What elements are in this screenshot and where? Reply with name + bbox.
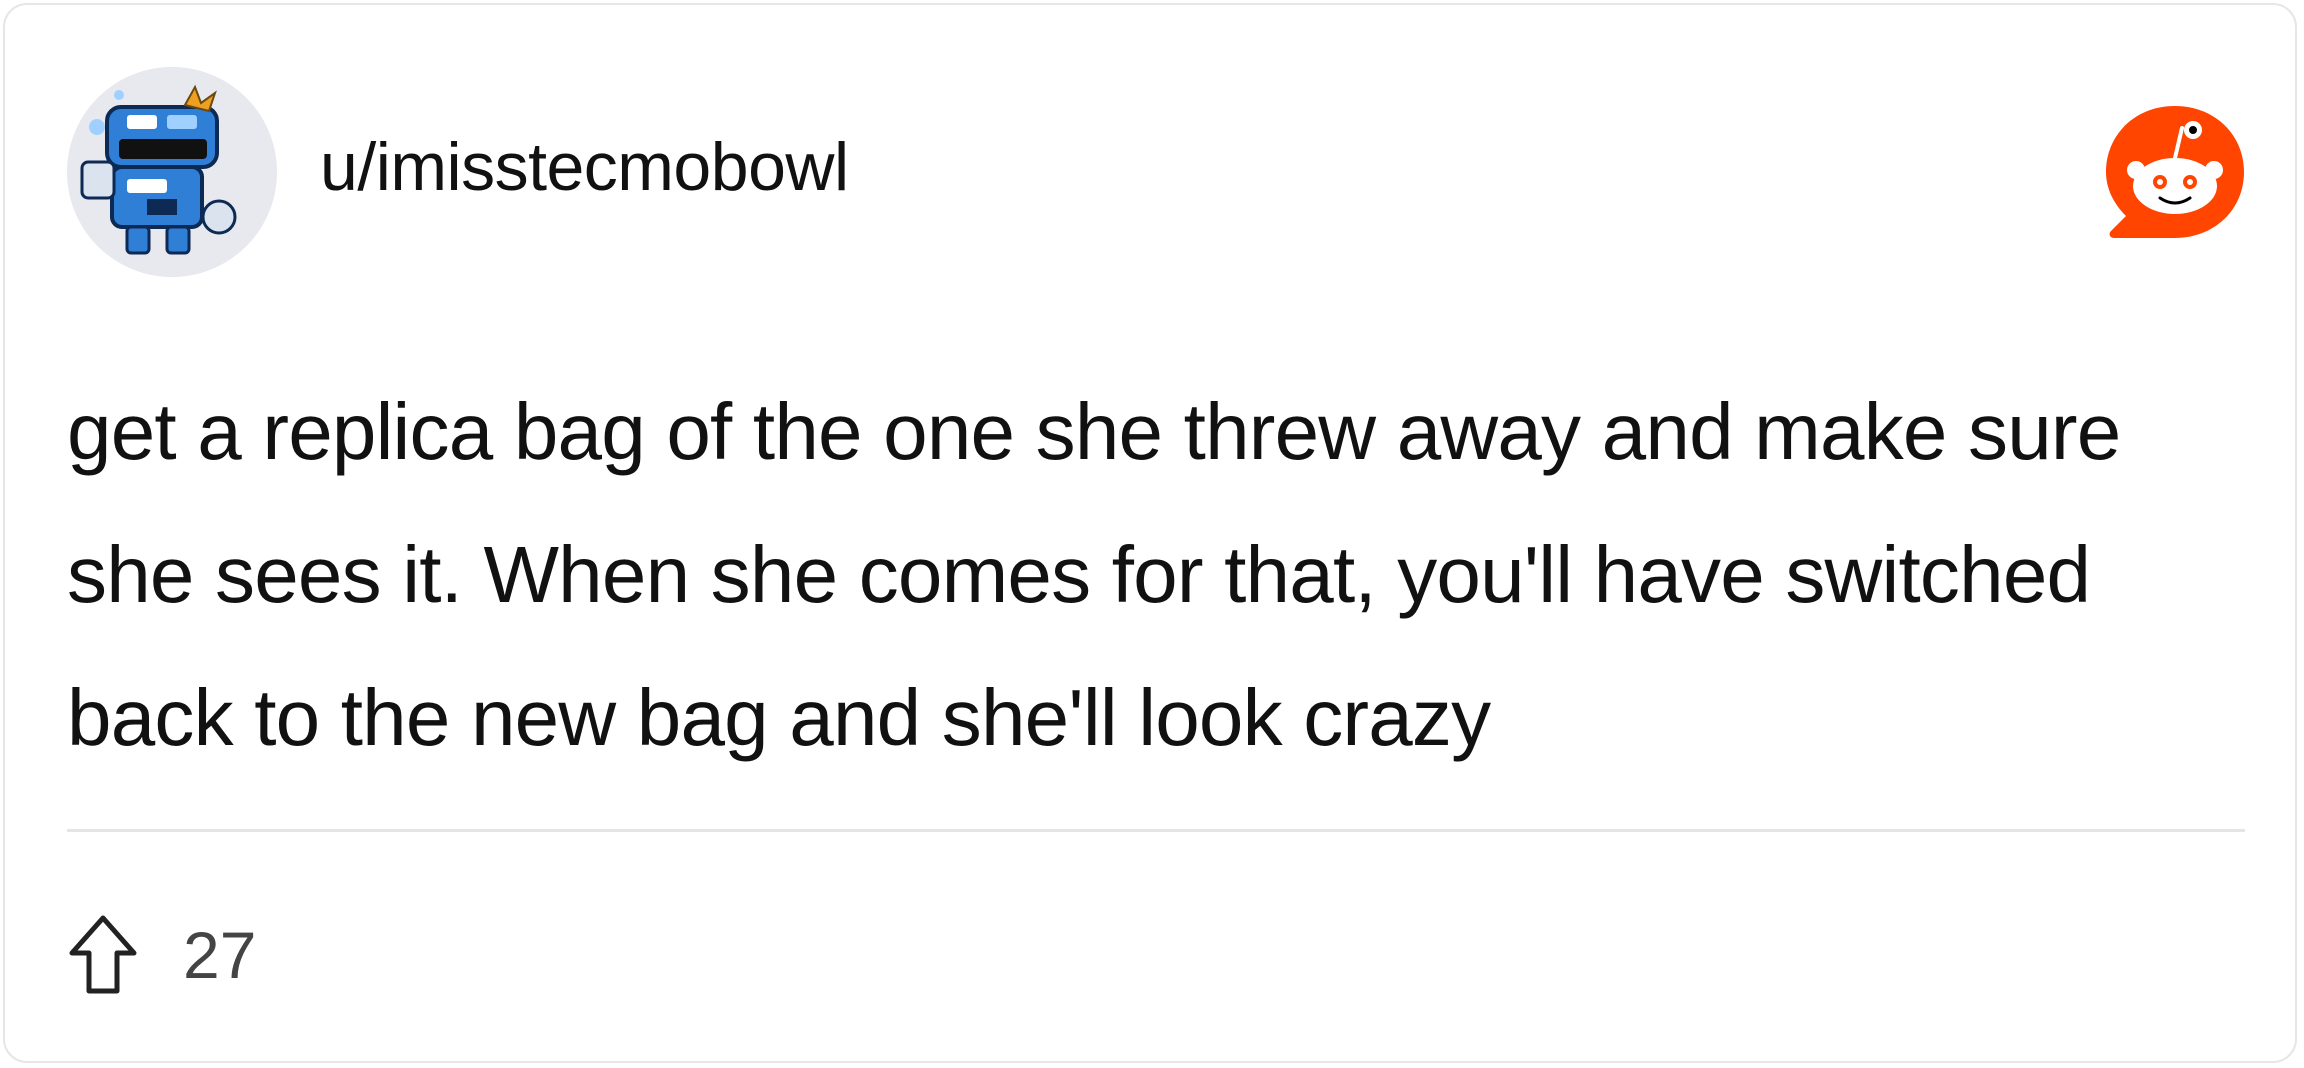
upvote-count: 27 <box>183 918 257 992</box>
user-avatar[interactable] <box>67 67 277 277</box>
comment-text: get a replica bag of the one she threw a… <box>67 387 2121 762</box>
username[interactable]: u/imisstecmobowl <box>320 127 849 207</box>
upvote-arrow-icon[interactable] <box>67 913 139 997</box>
comment-card: u/imisstecmobowl get a replica bag of th… <box>3 3 2297 1063</box>
divider <box>67 829 2245 832</box>
snoo-avatar-icon <box>67 67 277 277</box>
comment-footer: 27 <box>67 910 256 1000</box>
reddit-logo-icon <box>2100 100 2250 250</box>
